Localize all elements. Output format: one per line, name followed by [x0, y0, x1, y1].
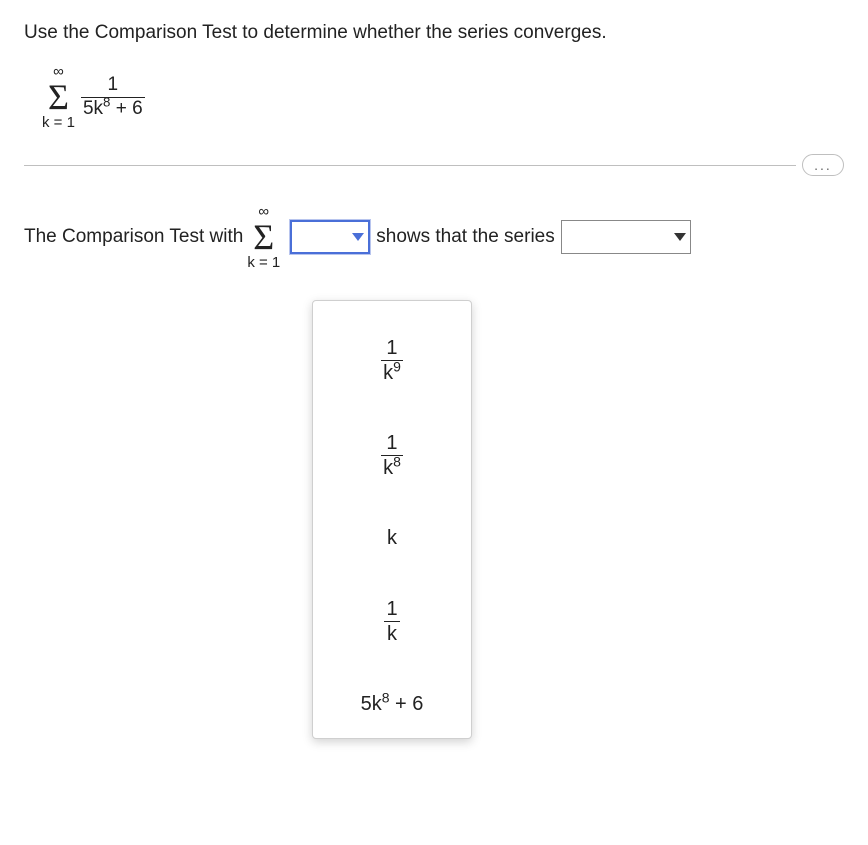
more-icon[interactable]: ... [802, 154, 844, 176]
chevron-down-icon [674, 233, 686, 241]
convergence-dropdown[interactable] [561, 220, 691, 254]
text-pre: The Comparison Test with [24, 226, 243, 248]
section-divider: ... [24, 154, 844, 176]
dropdown-options-panel: 1 k9 1 k8 k 1 k 5k8 + 6 [312, 300, 472, 739]
option-k[interactable]: k [387, 527, 397, 550]
denominator: 5k8 + 6 [81, 99, 145, 120]
sigma-lower-inline: k = 1 [247, 255, 280, 270]
sigma-lower: k = 1 [42, 115, 75, 130]
answer-sentence: The Comparison Test with ∞ Σ k = 1 shows… [24, 204, 844, 270]
chevron-down-icon [352, 233, 364, 241]
option-1-over-k9[interactable]: 1 k9 [381, 337, 403, 384]
option-1-over-k[interactable]: 1 k [384, 598, 399, 645]
comparison-series-dropdown[interactable] [290, 220, 370, 254]
sigma-block: ∞ Σ k = 1 [42, 64, 75, 130]
series-expression: ∞ Σ k = 1 1 5k8 + 6 [42, 64, 844, 130]
numerator: 1 [106, 75, 121, 96]
option-1-over-k8[interactable]: 1 k8 [381, 432, 403, 479]
series-fraction: 1 5k8 + 6 [81, 75, 145, 120]
sigma-symbol-inline: Σ [253, 219, 274, 255]
sigma-block-inline: ∞ Σ k = 1 [247, 204, 280, 270]
text-mid: shows that the series [376, 226, 554, 248]
option-5k8-plus-6[interactable]: 5k8 + 6 [361, 693, 424, 716]
sigma-symbol: Σ [48, 79, 69, 115]
question-text: Use the Comparison Test to determine whe… [24, 22, 844, 44]
